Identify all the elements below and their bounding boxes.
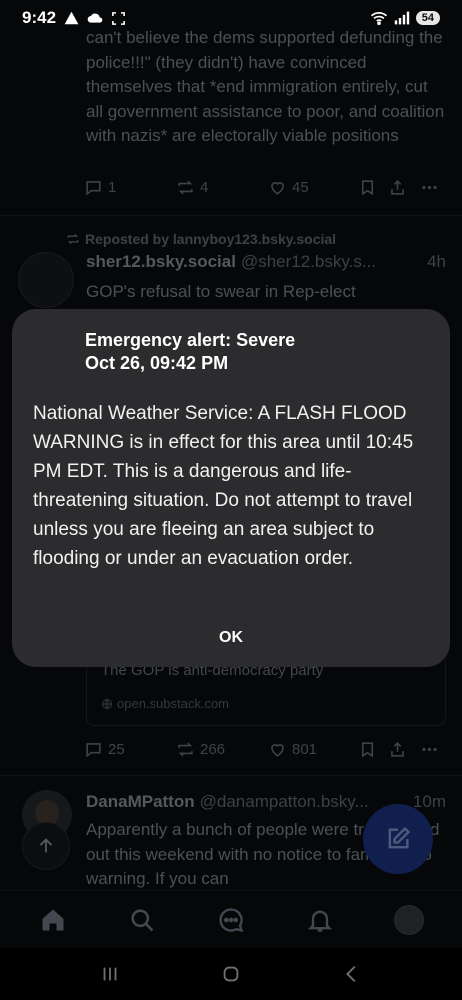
alert-date: Oct 26, 09:42 PM bbox=[85, 353, 229, 373]
battery-indicator: 54 bbox=[415, 11, 440, 25]
status-right: 54 bbox=[370, 11, 440, 25]
warning-icon bbox=[64, 11, 79, 25]
wifi-icon bbox=[370, 12, 387, 25]
status-bar: 9:42 54 bbox=[0, 0, 462, 36]
ok-button[interactable]: OK bbox=[196, 621, 266, 655]
alert-message: National Weather Service: A FLASH FLOOD … bbox=[33, 403, 414, 569]
clock: 9:42 bbox=[22, 8, 57, 27]
signal-icon bbox=[394, 11, 409, 25]
cloud-icon bbox=[87, 13, 103, 23]
screenshot-icon bbox=[112, 11, 125, 25]
status-left: 9:42 bbox=[22, 8, 126, 28]
emergency-alert-dialog: Emergency alert: Severe Oct 26, 09:42 PM… bbox=[12, 309, 450, 667]
